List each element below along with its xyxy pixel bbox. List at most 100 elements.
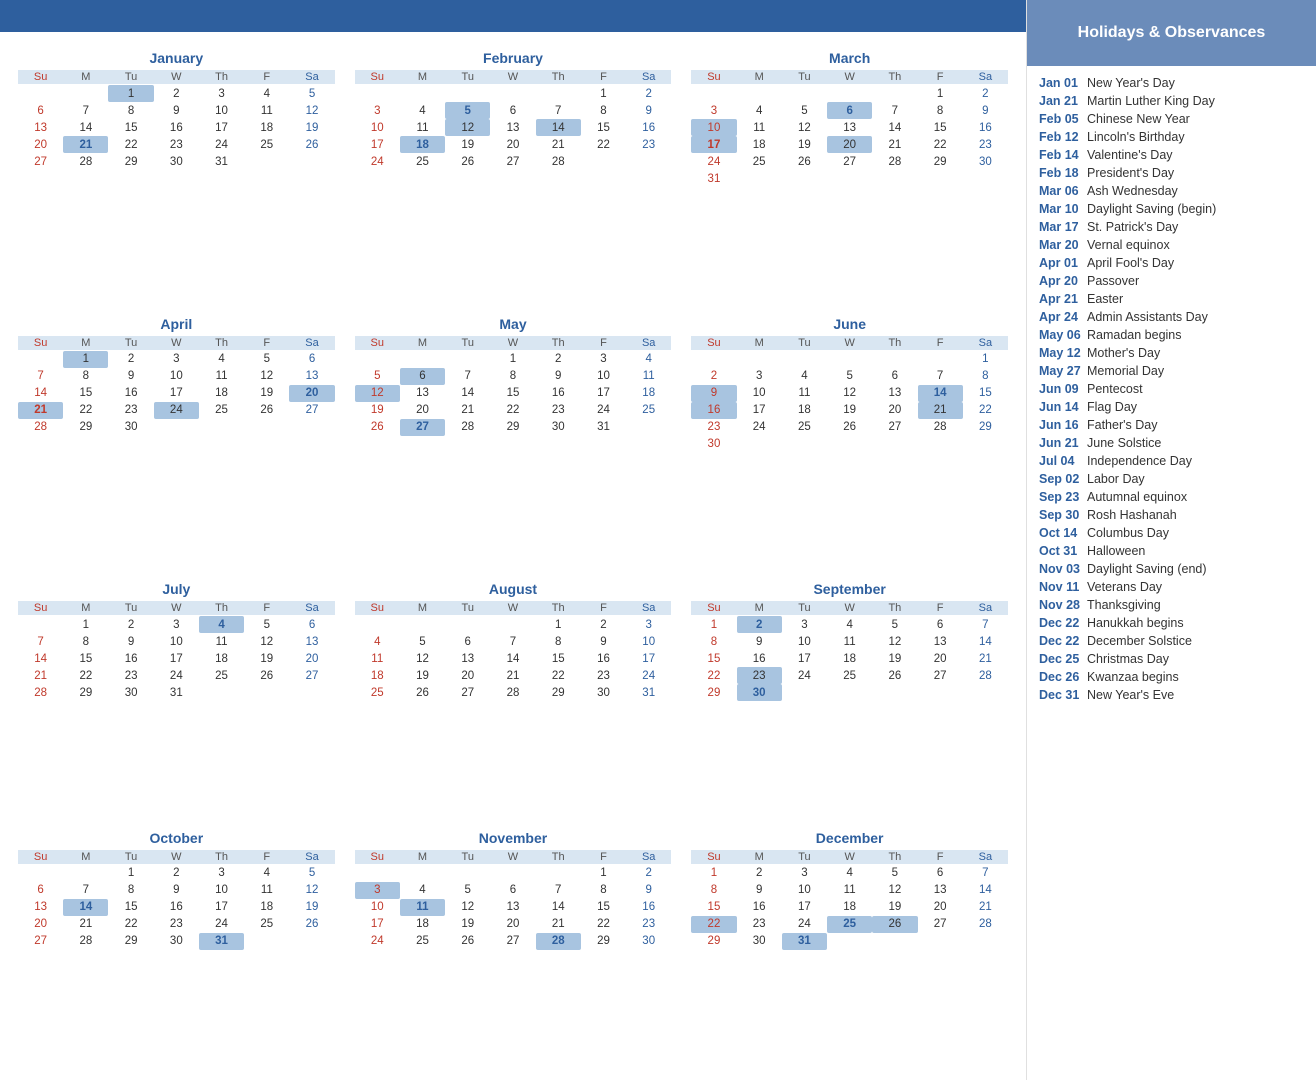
- day-header: Sa: [289, 850, 334, 864]
- day-cell: 1: [108, 85, 153, 102]
- holiday-date: Mar 17: [1039, 220, 1087, 234]
- day-cell: 7: [490, 633, 535, 650]
- day-cell: 24: [355, 153, 400, 170]
- day-header: Tu: [782, 336, 827, 350]
- day-cell: 19: [827, 402, 872, 419]
- day-cell: 27: [490, 933, 535, 950]
- day-cell: 28: [490, 684, 535, 701]
- day-header: Th: [199, 601, 244, 615]
- day-cell: 30: [626, 933, 671, 950]
- day-header: F: [244, 336, 289, 350]
- holiday-item: Apr 21Easter: [1039, 290, 1306, 308]
- day-header: F: [581, 336, 626, 350]
- day-cell: 6: [872, 368, 917, 385]
- day-header: Su: [355, 850, 400, 864]
- day-cell: 8: [918, 102, 963, 119]
- day-header: Sa: [289, 70, 334, 84]
- day-cell: 10: [737, 385, 782, 402]
- day-cell: 10: [782, 882, 827, 899]
- days-grid: 1234567891011121314151617181920212223242…: [355, 865, 672, 950]
- day-cell: 15: [963, 385, 1008, 402]
- day-header: M: [63, 601, 108, 615]
- day-cell: 22: [581, 136, 626, 153]
- day-cell: 10: [199, 102, 244, 119]
- day-cell: 3: [154, 351, 199, 368]
- day-cell: 16: [581, 650, 626, 667]
- holiday-name: Columbus Day: [1087, 526, 1169, 540]
- day-cell: 26: [400, 684, 445, 701]
- day-cell-empty: [63, 865, 108, 882]
- holiday-date: Sep 02: [1039, 472, 1087, 486]
- day-cell: 29: [691, 684, 736, 701]
- day-cell: 8: [63, 633, 108, 650]
- holiday-date: Dec 31: [1039, 688, 1087, 702]
- day-cell: 7: [536, 882, 581, 899]
- sidebar-header: Holidays & Observances: [1027, 0, 1316, 66]
- day-cell: 21: [963, 899, 1008, 916]
- days-grid: 1234567891011121314151617181920212223242…: [691, 85, 1008, 187]
- day-cell: 16: [154, 899, 199, 916]
- day-headers-row: SuMTuWThFSa: [355, 70, 672, 84]
- day-cell: 21: [872, 136, 917, 153]
- day-cell: 12: [289, 102, 334, 119]
- calendar-section: JanuarySuMTuWThFSa1234567891011121314151…: [0, 0, 1026, 1080]
- day-cell: 20: [490, 916, 535, 933]
- day-cell: 25: [355, 684, 400, 701]
- day-cell: 6: [827, 102, 872, 119]
- day-cell: 11: [199, 368, 244, 385]
- day-cell: 21: [963, 650, 1008, 667]
- day-cell: 23: [108, 667, 153, 684]
- day-cell: 24: [737, 419, 782, 436]
- holiday-name: Hanukkah begins: [1087, 616, 1184, 630]
- month-block: JulySuMTuWThFSa1234567891011121314151617…: [8, 575, 345, 824]
- holiday-name: Rosh Hashanah: [1087, 508, 1177, 522]
- day-headers-row: SuMTuWThFSa: [18, 336, 335, 350]
- day-headers-row: SuMTuWThFSa: [355, 601, 672, 615]
- day-header: Th: [536, 601, 581, 615]
- day-cell: 20: [400, 402, 445, 419]
- day-cell: 19: [289, 899, 334, 916]
- day-cell: 5: [355, 368, 400, 385]
- day-header: F: [918, 850, 963, 864]
- day-cell: 16: [154, 119, 199, 136]
- holiday-name: Memorial Day: [1087, 364, 1164, 378]
- day-cell-empty: [445, 616, 490, 633]
- day-cell: 11: [827, 882, 872, 899]
- day-cell: 22: [108, 916, 153, 933]
- day-cell: 22: [63, 667, 108, 684]
- day-cell-empty: [355, 351, 400, 368]
- day-cell: 28: [536, 933, 581, 950]
- day-header: Tu: [782, 70, 827, 84]
- holiday-name: New Year's Day: [1087, 76, 1175, 90]
- holiday-date: Dec 22: [1039, 634, 1087, 648]
- day-cell: 23: [963, 136, 1008, 153]
- day-header: M: [737, 601, 782, 615]
- day-cell: 14: [536, 119, 581, 136]
- day-cell: 2: [536, 351, 581, 368]
- day-cell: 1: [63, 616, 108, 633]
- holiday-name: Admin Assistants Day: [1087, 310, 1208, 324]
- day-cell: 10: [782, 633, 827, 650]
- day-cell: 22: [108, 136, 153, 153]
- day-cell: 4: [782, 368, 827, 385]
- day-cell: 3: [154, 616, 199, 633]
- day-cell: 28: [18, 419, 63, 436]
- day-header: Tu: [108, 850, 153, 864]
- day-cell: 6: [445, 633, 490, 650]
- day-header: Su: [18, 601, 63, 615]
- day-cell: 22: [963, 402, 1008, 419]
- day-cell: 28: [18, 684, 63, 701]
- day-cell: 27: [289, 667, 334, 684]
- day-cell-empty: [536, 85, 581, 102]
- holiday-item: May 27Memorial Day: [1039, 362, 1306, 380]
- day-cell: 9: [626, 882, 671, 899]
- day-cell: 2: [154, 85, 199, 102]
- day-cell: 9: [108, 368, 153, 385]
- day-cell: 28: [963, 916, 1008, 933]
- day-cell: 9: [963, 102, 1008, 119]
- day-cell: 21: [490, 667, 535, 684]
- day-cell: 16: [737, 899, 782, 916]
- day-cell: 30: [963, 153, 1008, 170]
- day-header: W: [490, 336, 535, 350]
- day-cell: 19: [400, 667, 445, 684]
